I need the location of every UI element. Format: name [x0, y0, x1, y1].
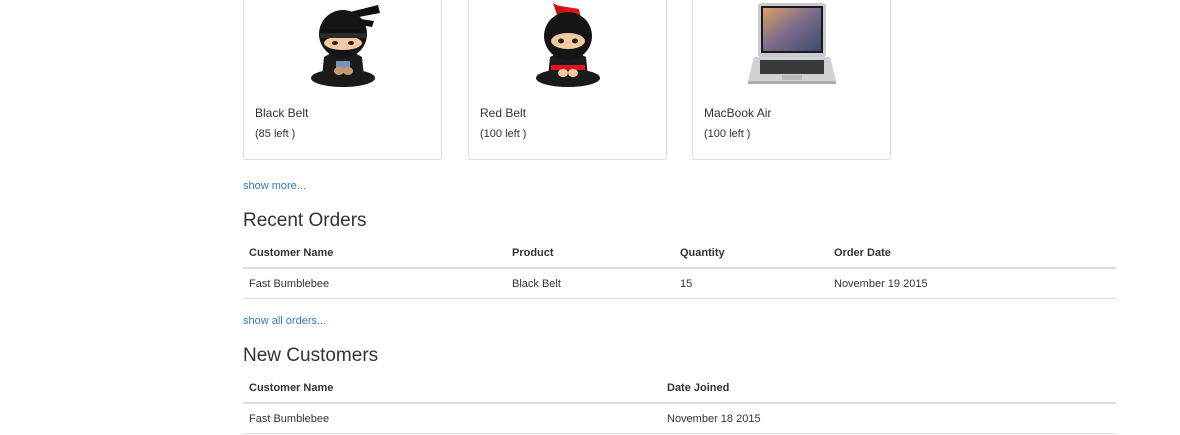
column-header: Quantity	[674, 238, 828, 269]
product-stock: (85 left )	[255, 128, 296, 140]
column-header: Product	[506, 238, 674, 269]
product-card[interactable]: Red Belt (100 left )	[468, 0, 667, 160]
column-header: Order Date	[828, 238, 1116, 269]
macbook-laptop-image	[693, 0, 890, 93]
column-header: Customer Name	[243, 373, 661, 404]
product-cell: Black Belt	[506, 268, 674, 299]
product-name: MacBook Air	[704, 106, 772, 120]
dashboard-content: Black Belt (85 left ) Red Belt (100 left…	[243, 0, 1116, 434]
ninja-red-belt-image	[469, 0, 666, 93]
new-customers-table: Customer Name Date Joined Fast Bumblebee…	[243, 373, 1116, 434]
date-joined-cell: November 18 2015	[661, 403, 1116, 434]
product-name: Red Belt	[480, 106, 527, 120]
product-card[interactable]: MacBook Air (100 left )	[692, 0, 891, 160]
product-card[interactable]: Black Belt (85 left )	[243, 0, 442, 160]
table-row[interactable]: Fast Bumblebee November 18 2015	[243, 403, 1116, 434]
table-row[interactable]: Fast Bumblebee Black Belt 15 November 19…	[243, 268, 1116, 299]
product-list: Black Belt (85 left ) Red Belt (100 left…	[243, 0, 1116, 162]
show-more-link[interactable]: show more...	[243, 180, 306, 192]
quantity-cell: 15	[674, 268, 828, 299]
order-date-cell: November 19 2015	[828, 268, 1116, 299]
product-stock: (100 left )	[704, 128, 751, 140]
column-header: Customer Name	[243, 238, 506, 269]
customer-name-cell: Fast Bumblebee	[243, 403, 661, 434]
product-name: Black Belt	[255, 106, 309, 120]
show-all-orders-link[interactable]: show all orders...	[243, 315, 326, 327]
customer-name-cell: Fast Bumblebee	[243, 268, 506, 299]
product-stock: (100 left )	[480, 128, 527, 140]
table-header-row: Customer Name Product Quantity Order Dat…	[243, 238, 1116, 269]
recent-orders-heading: Recent Orders	[243, 210, 367, 231]
recent-orders-table: Customer Name Product Quantity Order Dat…	[243, 238, 1116, 299]
ninja-black-belt-image	[244, 0, 441, 93]
new-customers-heading: New Customers	[243, 345, 379, 366]
column-header: Date Joined	[661, 373, 1116, 404]
table-header-row: Customer Name Date Joined	[243, 373, 1116, 404]
